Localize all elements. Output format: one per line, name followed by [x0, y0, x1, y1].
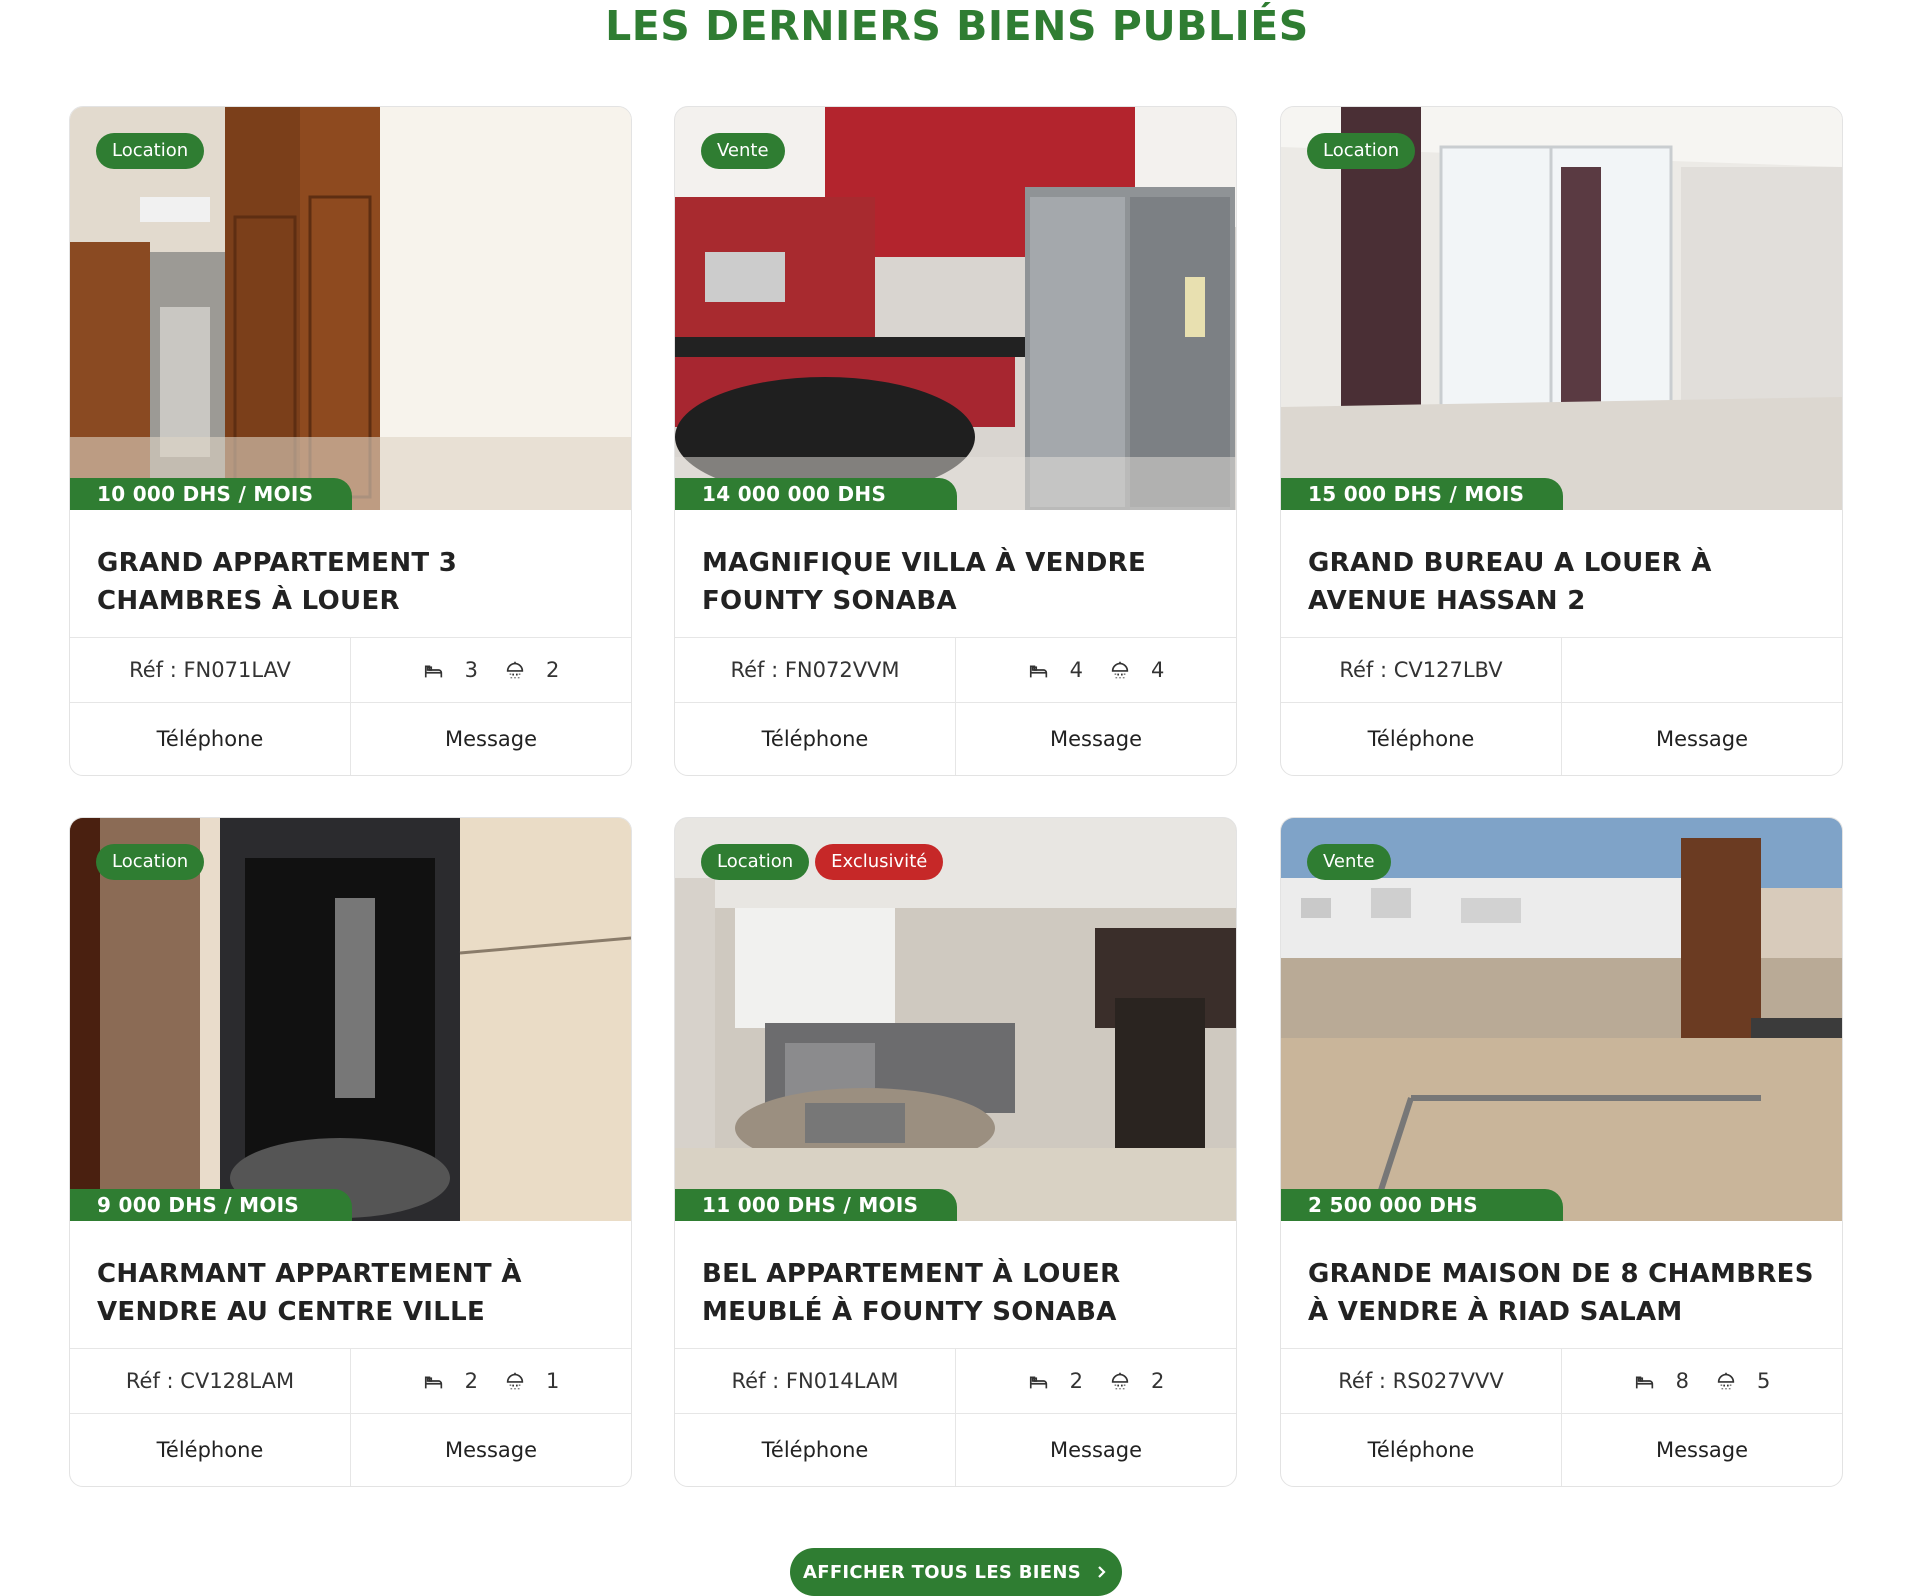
shower-icon	[1717, 1372, 1735, 1390]
property-price: 14 000 000 DHS	[675, 478, 957, 510]
property-card[interactable]: Vente 14 000 000 DHS MAGNIFIQUE VILLA À …	[674, 106, 1237, 776]
exclusive-badge: Exclusivité	[815, 844, 944, 880]
bedroom-count: 4	[1069, 658, 1083, 682]
phone-button[interactable]: Téléphone	[70, 1414, 350, 1486]
property-photo[interactable]: Vente 14 000 000 DHS	[675, 107, 1236, 510]
bed-icon	[1635, 1376, 1653, 1389]
property-price: 15 000 DHS / MOIS	[1281, 478, 1563, 510]
property-reference: Réf : RS027VVV	[1281, 1349, 1562, 1413]
shower-icon	[1111, 661, 1129, 679]
bed-icon	[1029, 665, 1047, 678]
property-reference: Réf : CV127LBV	[1281, 638, 1562, 702]
property-title[interactable]: MAGNIFIQUE VILLA À VENDRE FOUNTY SONABA	[702, 544, 1212, 620]
show-all-label: AFFICHER TOUS LES BIENS	[803, 1561, 1081, 1583]
bedroom-count: 2	[464, 1369, 478, 1393]
bedroom-count: 2	[1069, 1369, 1083, 1393]
property-card[interactable]: Vente 2 500 000 DHS GRANDE MAISON DE 8 C…	[1280, 817, 1843, 1487]
bathroom-count: 1	[546, 1369, 560, 1393]
show-all-properties-button[interactable]: AFFICHER TOUS LES BIENS	[790, 1548, 1122, 1596]
message-button[interactable]: Message	[955, 703, 1236, 775]
property-title[interactable]: BEL APPARTEMENT À LOUER MEUBLÉ À FOUNTY …	[702, 1255, 1212, 1331]
property-photo[interactable]: Vente 2 500 000 DHS	[1281, 818, 1842, 1221]
bed-icon	[424, 1376, 442, 1389]
property-reference: Réf : CV128LAM	[70, 1349, 351, 1413]
property-photo[interactable]: Location 10 000 DHS / MOIS	[70, 107, 631, 510]
message-button[interactable]: Message	[1561, 703, 1842, 775]
bed-icon	[424, 665, 442, 678]
property-title[interactable]: GRANDE MAISON DE 8 CHAMBRES À VENDRE À R…	[1308, 1255, 1818, 1331]
property-type-badge: Location	[96, 133, 205, 169]
property-photo[interactable]: Location Exclusivité 11 000 DHS / MOIS	[675, 818, 1236, 1221]
property-reference: Réf : FN072VVM	[675, 638, 956, 702]
bathroom-count: 5	[1757, 1369, 1771, 1393]
property-grid: Location 10 000 DHS / MOIS GRAND APPARTE…	[69, 106, 1845, 1487]
property-card[interactable]: Location 10 000 DHS / MOIS GRAND APPARTE…	[69, 106, 632, 776]
property-card[interactable]: Location 9 000 DHS / MOIS CHARMANT APPAR…	[69, 817, 632, 1487]
property-type-badge: Vente	[701, 133, 785, 169]
property-type-badge: Location	[1307, 133, 1416, 169]
property-price: 10 000 DHS / MOIS	[70, 478, 352, 510]
property-card[interactable]: Location 15 000 DHS / MOIS GRAND BUREAU …	[1280, 106, 1843, 776]
phone-button[interactable]: Téléphone	[675, 703, 955, 775]
property-reference: Réf : FN071LAV	[70, 638, 351, 702]
bathroom-count: 2	[1151, 1369, 1165, 1393]
property-price: 11 000 DHS / MOIS	[675, 1189, 957, 1221]
property-title[interactable]: GRAND BUREAU A LOUER À AVENUE HASSAN 2	[1308, 544, 1818, 620]
property-type-badge: Vente	[1307, 844, 1391, 880]
property-type-badge: Location	[96, 844, 205, 880]
phone-button[interactable]: Téléphone	[1281, 703, 1561, 775]
bathroom-count: 2	[546, 658, 560, 682]
property-card[interactable]: Location Exclusivité 11 000 DHS / MOIS B…	[674, 817, 1237, 1487]
message-button[interactable]: Message	[350, 703, 631, 775]
shower-icon	[506, 661, 524, 679]
property-photo[interactable]: Location 9 000 DHS / MOIS	[70, 818, 631, 1221]
bathroom-count: 4	[1151, 658, 1165, 682]
phone-button[interactable]: Téléphone	[675, 1414, 955, 1486]
property-title[interactable]: GRAND APPARTEMENT 3 CHAMBRES À LOUER	[97, 544, 607, 620]
message-button[interactable]: Message	[1561, 1414, 1842, 1486]
bedroom-count: 3	[464, 658, 478, 682]
property-price: 2 500 000 DHS	[1281, 1189, 1563, 1221]
property-type-badge: Location	[701, 844, 810, 880]
message-button[interactable]: Message	[350, 1414, 631, 1486]
section-title: LES DERNIERS BIENS PUBLIÉS	[605, 2, 1309, 50]
property-photo[interactable]: Location 15 000 DHS / MOIS	[1281, 107, 1842, 510]
message-button[interactable]: Message	[955, 1414, 1236, 1486]
phone-button[interactable]: Téléphone	[70, 703, 350, 775]
shower-icon	[506, 1372, 524, 1390]
property-title[interactable]: CHARMANT APPARTEMENT À VENDRE AU CENTRE …	[97, 1255, 607, 1331]
chevron-right-icon	[1098, 1566, 1106, 1578]
phone-button[interactable]: Téléphone	[1281, 1414, 1561, 1486]
bed-icon	[1029, 1376, 1047, 1389]
bedroom-count: 8	[1675, 1369, 1689, 1393]
property-price: 9 000 DHS / MOIS	[70, 1189, 352, 1221]
shower-icon	[1111, 1372, 1129, 1390]
property-reference: Réf : FN014LAM	[675, 1349, 956, 1413]
